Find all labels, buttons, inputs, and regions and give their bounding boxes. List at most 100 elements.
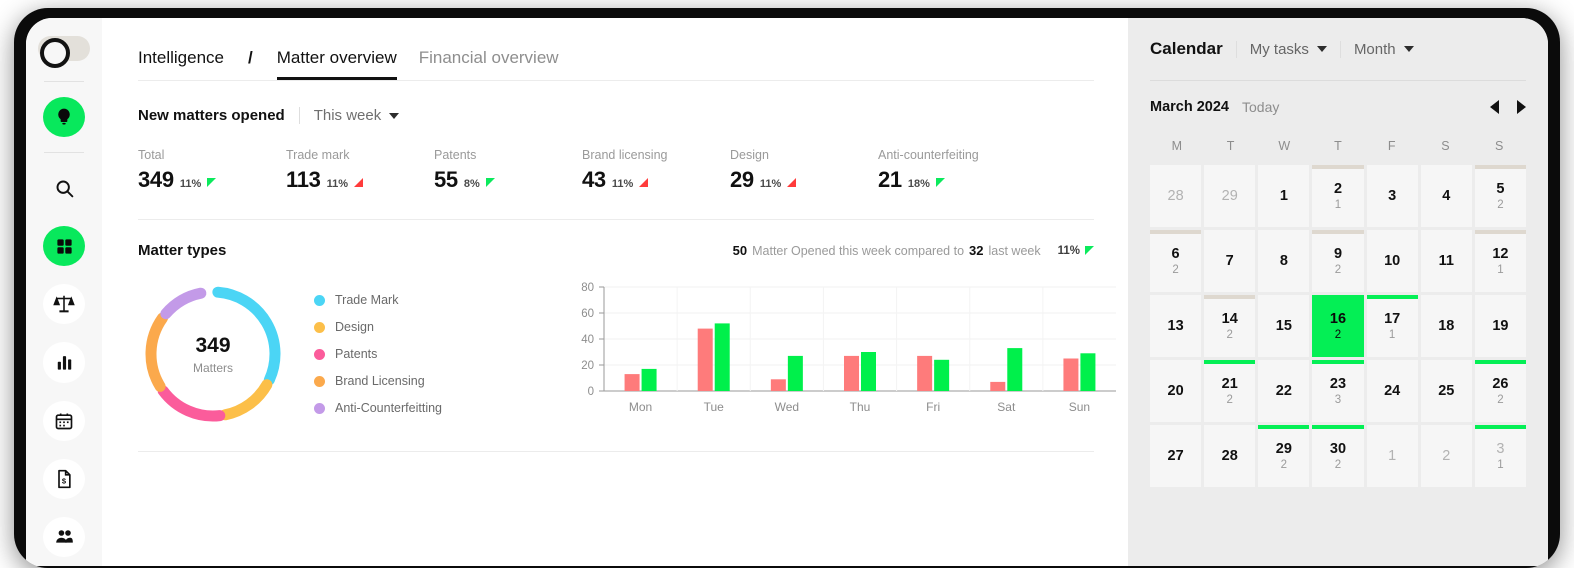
calendar-day-cell[interactable]: 24 [1366,360,1418,422]
calendar-day-cell[interactable]: 92 [1312,230,1364,292]
day-event-count: 2 [1226,394,1233,406]
next-month-icon[interactable] [1517,100,1526,114]
calendar-day-cell[interactable]: 30 2 [1312,425,1364,487]
tab-financial-overview[interactable]: Financial overview [419,48,559,80]
calendar-day-cell[interactable]: 18 [1420,295,1472,357]
calendar-day-cell[interactable]: 21 2 [1204,360,1256,422]
calendar-panel: Calendar My tasks Month March 2024 Today… [1128,18,1548,566]
invoice-icon: $ [54,469,74,489]
calendar-day-cell[interactable]: 1 [1366,425,1418,487]
trend-down-icon [207,178,217,187]
day-number: 7 [1225,253,1234,269]
dow-label: M [1171,139,1183,153]
calendar-day-cell[interactable]: 23 3 [1312,360,1364,422]
breadcrumb-intelligence[interactable]: Intelligence [138,48,224,80]
sidebar-collapse-toggle[interactable] [38,36,90,68]
bar [770,379,786,391]
calendar-day-cell[interactable]: 31 [1474,425,1526,487]
legend-color-dot [314,348,325,360]
calendar-day-cell[interactable]: 29 2 [1258,425,1310,487]
stat-value: 55 [434,167,458,192]
calendar-day-cell[interactable]: 52 [1474,165,1526,227]
bar [624,374,640,391]
bottom-divider [138,451,1094,452]
calendar-filter-label: My tasks [1249,40,1309,58]
day-accent-bar [1312,230,1364,234]
bar [917,355,933,391]
prev-month-icon[interactable] [1490,100,1499,114]
calendar-title: Calendar [1150,39,1223,58]
calendar-filter-dropdown[interactable]: My tasks [1250,41,1327,58]
calendar-day-cell[interactable]: 19 [1474,295,1526,357]
x-tick-label: Sat [997,400,1016,414]
bar [1080,353,1096,391]
day-number: 16 [1329,311,1347,327]
tab-matter-overview[interactable]: Matter overview [276,48,397,80]
stat-row: 43 11% [582,167,730,193]
sidebar-item-calendar[interactable] [43,400,85,441]
dow-label: F [1387,139,1396,153]
sidebar-item-billing[interactable]: $ [43,458,85,499]
calendar-day-cell[interactable]: 62 [1150,230,1202,292]
stats-row: Total 349 11% Trade mark 113 11% Patents 55 8% Br… [138,148,1094,193]
legend-label: Trade Mark [335,293,399,307]
sidebar-item-apps[interactable] [43,226,85,267]
calendar-day-cell[interactable]: 2 [1420,425,1472,487]
calendar-day-cell[interactable]: 10 [1366,230,1418,292]
day-number: 30 [1329,441,1347,457]
period-dropdown[interactable]: This week [314,107,400,124]
trend-down-icon [485,178,495,187]
calendar-day-cell[interactable]: 16 2 [1312,295,1364,357]
sidebar-item-intelligence[interactable] [43,96,85,137]
calendar-day-cell[interactable]: 12 1 [1474,230,1526,292]
calendar-day-cell[interactable]: 7 [1204,230,1256,292]
summary-tail-text: last week [988,243,1041,258]
stat-value: 21 [878,167,902,192]
calendar-day-cell[interactable]: 11 [1420,230,1472,292]
sidebar-item-search[interactable] [43,168,85,208]
sidebar-item-matters[interactable] [43,284,85,325]
legend-color-dot [314,321,325,333]
calendar-day-cell[interactable]: 14 2 [1204,295,1256,357]
y-tick-label: 40 [581,334,594,346]
calendar-today-button[interactable]: Today [1242,99,1279,115]
calendar-day-cell[interactable]: 26 2 [1474,360,1526,422]
calendar-day-cell[interactable]: 1 [1258,165,1310,227]
trend-up-icon [354,178,364,187]
svg-text:$: $ [62,476,67,485]
calendar-day-cell[interactable]: 20 [1150,360,1202,422]
donut-center-label: 349 Matters [138,279,288,429]
legend-item: Trade Mark [314,293,442,307]
calendar-day-cell[interactable]: 3 [1366,165,1418,227]
calendar-day-cell[interactable]: 29 [1204,165,1256,227]
rail-divider [44,151,84,153]
day-number: 2 [1333,181,1343,197]
calendar-day-cell[interactable]: 17 1 [1366,295,1418,357]
dow-label: W [1278,139,1291,153]
calendar-day-cell[interactable]: 21 [1312,165,1364,227]
sidebar-item-contacts[interactable] [43,516,85,558]
calendar-day-cell[interactable]: 8 [1258,230,1310,292]
day-event-count: 2 [1334,459,1342,471]
calendar-day-cell[interactable]: 28 [1150,165,1202,227]
day-number: 29 [1221,188,1238,204]
calendar-day-cell[interactable]: 22 [1258,360,1310,422]
calendar-month-label: March 2024 [1150,99,1229,115]
sidebar-item-reports[interactable] [43,342,85,383]
x-tick-label: Fri [926,400,940,414]
calendar-day-cell[interactable]: 28 [1204,425,1256,487]
calendar-day-cell[interactable]: 4 [1420,165,1472,227]
day-event-count: 2 [1226,329,1233,341]
calendar-day-cell[interactable]: 13 [1150,295,1202,357]
calendar-day-cell[interactable]: 25 [1420,360,1472,422]
calendar-day-cell[interactable]: 27 [1150,425,1202,487]
bar [844,355,859,391]
x-tick-label: Mon [629,400,652,414]
donut-chart: 349 Matters [138,279,288,429]
stat-row: 29 11% [730,167,878,193]
stat-label: Design [730,148,769,162]
calendar-day-cell[interactable]: 15 [1258,295,1310,357]
bar [1007,348,1023,391]
calendar-view-dropdown[interactable]: Month [1354,41,1414,58]
bar-chart-svg: 0 20 40 60 80 Mon Tue Wed Thu Fri Sat Sun [581,282,1116,414]
